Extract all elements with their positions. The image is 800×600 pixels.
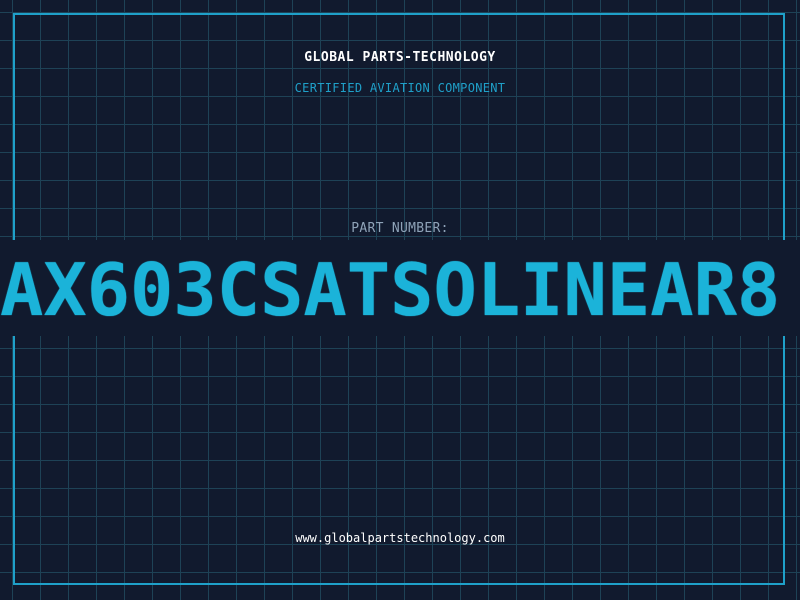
brand-title: GLOBAL PARTS-TECHNOLOGY [304,50,496,65]
website-url: www.globalpartstechnology.com [295,531,505,545]
certification-subtitle: CERTIFIED AVIATION COMPONENT [294,81,506,95]
part-number-value: AX603CSATSOLINEAR8 [0,250,781,330]
part-number-label: PART NUMBER: [351,221,449,236]
